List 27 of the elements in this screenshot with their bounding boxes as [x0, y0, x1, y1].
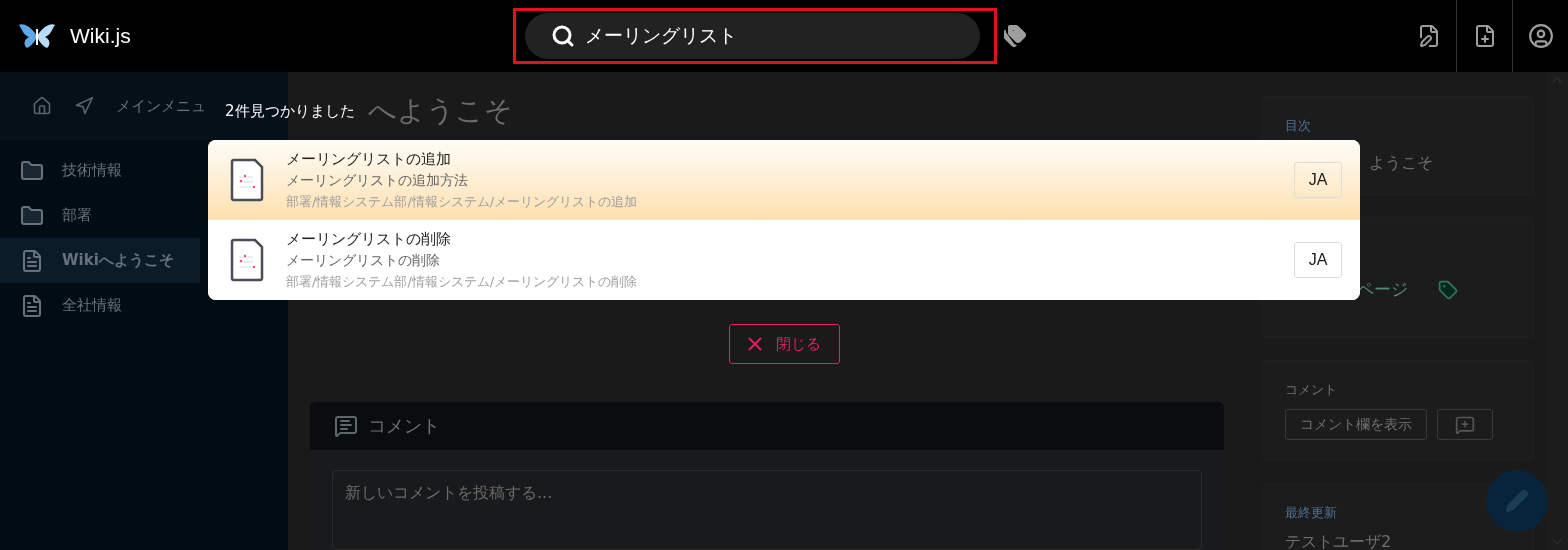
- toc-heading: 目次: [1285, 117, 1312, 135]
- updated-user: テストユーザ2: [1285, 532, 1393, 550]
- locale-chip: JA: [1294, 162, 1342, 198]
- search-field[interactable]: メーリングリスト: [525, 13, 980, 59]
- result-path: 部署/情報システム部/情報システム/メーリングリストの追加: [286, 192, 639, 211]
- locale-chip: JA: [1294, 242, 1342, 278]
- toc-link[interactable]: ようこそ: [1369, 153, 1511, 174]
- close-button[interactable]: 閉じる: [728, 324, 840, 364]
- result-description: メーリングリストの削除: [286, 251, 441, 270]
- show-comments-button[interactable]: コメント欄を表示: [1285, 409, 1427, 440]
- result-title: メーリングリストの追加: [286, 149, 452, 169]
- sidebar-item[interactable]: 技術情報: [0, 148, 200, 193]
- sidebar-item[interactable]: 部署: [0, 193, 200, 238]
- menu-heading: メインメニュ: [116, 96, 206, 116]
- result-description: メーリングリストの追加方法: [286, 171, 469, 190]
- comments-title: コメント: [368, 414, 440, 438]
- comment-field[interactable]: 新しいコメントを投稿する...: [332, 470, 1202, 550]
- updated-heading: 最終更新: [1285, 504, 1338, 522]
- result-path: 部署/情報システム部/情報システム/メーリングリストの削除: [286, 272, 639, 291]
- app-title: Wiki.js: [70, 24, 131, 48]
- result-count: 2件見つかりました: [225, 100, 355, 122]
- comments-heading: コメント: [1285, 381, 1338, 399]
- sidebar-item[interactable]: 全社情報: [0, 283, 200, 328]
- result-title: メーリングリストの削除: [286, 229, 452, 249]
- search-result[interactable]: メーリングリストの追加 メーリングリストの追加方法 部署/情報システム部/情報システム/メーリングリストの追加 JA: [208, 140, 1360, 220]
- page-title: へようこそ: [368, 93, 514, 129]
- sidebar-item[interactable]: Wikiへようこそ: [0, 238, 200, 283]
